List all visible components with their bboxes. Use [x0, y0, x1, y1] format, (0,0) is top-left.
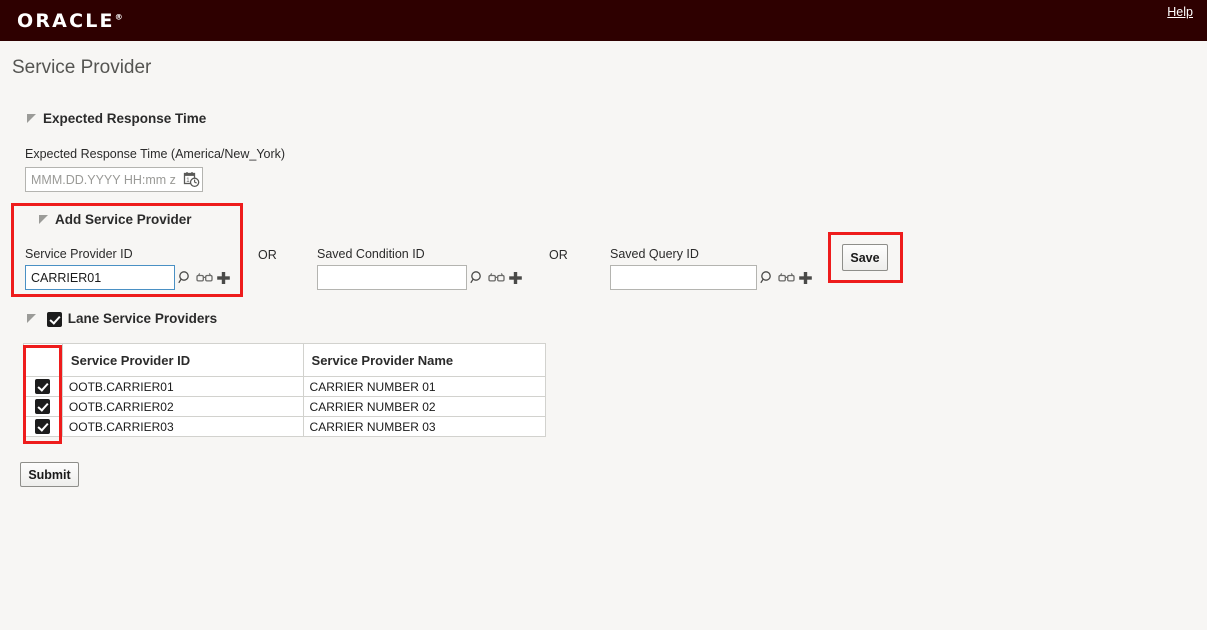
section-header-add-service-provider-label: Add Service Provider	[55, 212, 192, 227]
row-select-cell[interactable]	[23, 376, 63, 397]
service-provider-id-lov-icons[interactable]	[178, 265, 231, 290]
plus-icon[interactable]	[798, 270, 813, 286]
submit-button[interactable]: Submit	[20, 462, 79, 487]
saved-query-id-label: Saved Query ID	[610, 247, 699, 261]
disclosure-triangle-icon[interactable]	[39, 214, 48, 224]
saved-condition-id-label: Saved Condition ID	[317, 247, 425, 261]
help-link[interactable]: Help	[1167, 5, 1193, 19]
oracle-logo-text: ORACLE	[17, 9, 115, 32]
cell-service-provider-name: CARRIER NUMBER 03	[302, 416, 547, 437]
section-header-expected-response-time[interactable]: Expected Response Time	[27, 111, 206, 126]
cell-service-provider-id: OOTB.CARRIER01	[61, 376, 304, 397]
row-checkbox[interactable]	[35, 399, 51, 415]
disclosure-triangle-icon[interactable]	[27, 113, 36, 123]
table-row[interactable]: OOTB.CARRIER01 CARRIER NUMBER 01	[23, 376, 547, 397]
cell-service-provider-id: OOTB.CARRIER03	[61, 416, 304, 437]
section-header-lane-service-providers[interactable]: Lane Service Providers	[27, 311, 217, 327]
brand-bar: ORACLE® Help	[0, 0, 1207, 41]
binoculars-icon[interactable]	[778, 270, 795, 286]
plus-icon[interactable]	[216, 270, 231, 286]
table-row[interactable]: OOTB.CARRIER03 CARRIER NUMBER 03	[23, 416, 547, 437]
cell-service-provider-name: CARRIER NUMBER 01	[302, 376, 547, 397]
column-header-select[interactable]	[23, 343, 63, 377]
search-icon[interactable]	[178, 270, 193, 286]
expected-response-time-picker[interactable]: 1	[183, 167, 200, 192]
row-select-cell[interactable]	[23, 416, 63, 437]
column-header-service-provider-id[interactable]: Service Provider ID	[61, 343, 304, 377]
oracle-logo: ORACLE®	[17, 10, 123, 32]
or-separator-2: OR	[549, 248, 568, 262]
service-provider-id-label: Service Provider ID	[25, 247, 133, 261]
expected-response-time-label: Expected Response Time (America/New_York…	[25, 147, 286, 161]
section-header-expected-response-time-label: Expected Response Time	[43, 111, 207, 126]
section-header-lane-service-providers-label: Lane Service Providers	[67, 311, 218, 326]
row-select-cell[interactable]	[23, 396, 63, 417]
service-provider-id-input[interactable]	[25, 265, 175, 290]
page-title: Service Provider	[12, 57, 152, 78]
cell-service-provider-id: OOTB.CARRIER02	[61, 396, 304, 417]
expected-response-time-input[interactable]	[25, 167, 203, 192]
saved-query-id-input[interactable]	[610, 265, 757, 290]
search-icon[interactable]	[760, 270, 775, 286]
binoculars-icon[interactable]	[488, 270, 505, 286]
lane-service-providers-checkbox[interactable]	[46, 311, 62, 327]
saved-condition-id-input[interactable]	[317, 265, 467, 290]
section-header-add-service-provider[interactable]: Add Service Provider	[39, 212, 192, 227]
table-row[interactable]: OOTB.CARRIER02 CARRIER NUMBER 02	[23, 396, 547, 417]
save-button[interactable]: Save	[842, 244, 888, 271]
table-header-row: Service Provider ID Service Provider Nam…	[23, 343, 547, 377]
saved-query-id-lov-icons[interactable]	[760, 265, 813, 290]
cell-service-provider-name: CARRIER NUMBER 02	[302, 396, 547, 417]
row-checkbox[interactable]	[35, 379, 51, 395]
registered-trademark-icon: ®	[114, 12, 123, 22]
column-header-service-provider-name[interactable]: Service Provider Name	[302, 343, 547, 377]
lane-service-providers-table: Service Provider ID Service Provider Nam…	[23, 343, 547, 437]
or-separator-1: OR	[258, 248, 277, 262]
binoculars-icon[interactable]	[196, 270, 213, 286]
calendar-clock-icon[interactable]: 1	[183, 171, 200, 188]
saved-condition-id-lov-icons[interactable]	[470, 265, 523, 290]
plus-icon[interactable]	[508, 270, 523, 286]
row-checkbox[interactable]	[35, 419, 51, 435]
disclosure-triangle-icon[interactable]	[27, 313, 36, 323]
search-icon[interactable]	[470, 270, 485, 286]
